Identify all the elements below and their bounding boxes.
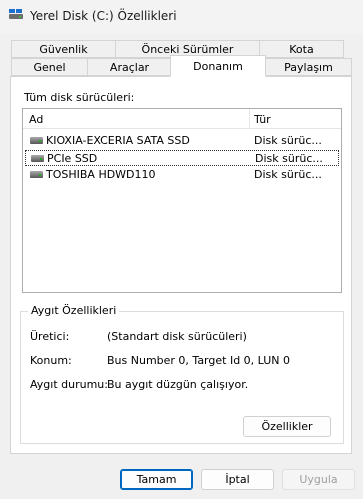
tab-paylasim[interactable]: Paylaşım bbox=[265, 58, 352, 76]
tab-guvenlik[interactable]: Güvenlik bbox=[11, 40, 116, 58]
ok-button[interactable]: Tamam bbox=[120, 469, 193, 490]
drive-icon bbox=[30, 137, 43, 144]
column-header-type[interactable]: Tür bbox=[254, 113, 271, 126]
tab-strip: Güvenlik Önceki Sürümler Kota Genel Araç… bbox=[0, 36, 363, 78]
disk-type: Disk sürüc... bbox=[254, 134, 322, 147]
manufacturer-label: Üretici: bbox=[30, 330, 70, 343]
device-status-label: Aygıt durumu: bbox=[30, 378, 108, 391]
tab-genel[interactable]: Genel bbox=[11, 58, 88, 76]
list-header: Ad Tür bbox=[23, 109, 341, 129]
drive-icon bbox=[9, 9, 23, 19]
location-value: Bus Number 0, Target Id 0, LUN 0 bbox=[107, 354, 291, 367]
device-properties-group: Aygıt Özellikleri Üretici: (Standart dis… bbox=[20, 304, 344, 444]
window-title: Yerel Disk (C:) Özellikleri bbox=[30, 9, 177, 23]
cancel-button[interactable]: İptal bbox=[201, 469, 274, 490]
apply-button[interactable]: Uygula bbox=[282, 469, 355, 490]
tab-donanim[interactable]: Donanım bbox=[170, 55, 266, 77]
disk-list[interactable]: Ad Tür KIOXIA-EXCERIA SATA SSD Disk sürü… bbox=[22, 108, 342, 293]
device-properties-title: Aygıt Özellikleri bbox=[28, 304, 120, 317]
manufacturer-value: (Standart disk sürücüleri) bbox=[107, 330, 247, 343]
list-item[interactable]: KIOXIA-EXCERIA SATA SSD Disk sürüc... bbox=[25, 133, 339, 149]
disk-name: PCIe SSD bbox=[47, 152, 98, 165]
tab-kota[interactable]: Kota bbox=[259, 40, 344, 58]
location-label: Konum: bbox=[30, 354, 72, 367]
disk-name: KIOXIA-EXCERIA SATA SSD bbox=[46, 134, 190, 147]
column-separator[interactable] bbox=[249, 109, 250, 128]
disk-name: TOSHIBA HDWD110 bbox=[46, 168, 156, 181]
drive-icon bbox=[31, 155, 44, 162]
disk-type: Disk sürüc... bbox=[255, 152, 323, 165]
list-item[interactable]: TOSHIBA HDWD110 Disk sürüc... bbox=[25, 167, 339, 183]
all-disks-label: Tüm disk sürücüleri: bbox=[24, 91, 135, 104]
column-header-name[interactable]: Ad bbox=[29, 113, 43, 126]
properties-button[interactable]: Özellikler bbox=[243, 416, 331, 437]
list-item[interactable]: PCIe SSD Disk sürüc... bbox=[25, 150, 339, 166]
drive-icon bbox=[30, 171, 43, 178]
tab-araclar[interactable]: Araçlar bbox=[87, 58, 172, 76]
device-status-value: Bu aygıt düzgün çalışıyor. bbox=[107, 378, 249, 391]
hardware-panel: Tüm disk sürücüleri: Ad Tür KIOXIA-EXCER… bbox=[10, 76, 352, 454]
disk-type: Disk sürüc... bbox=[254, 168, 322, 181]
title-bar: Yerel Disk (C:) Özellikleri bbox=[0, 0, 363, 34]
